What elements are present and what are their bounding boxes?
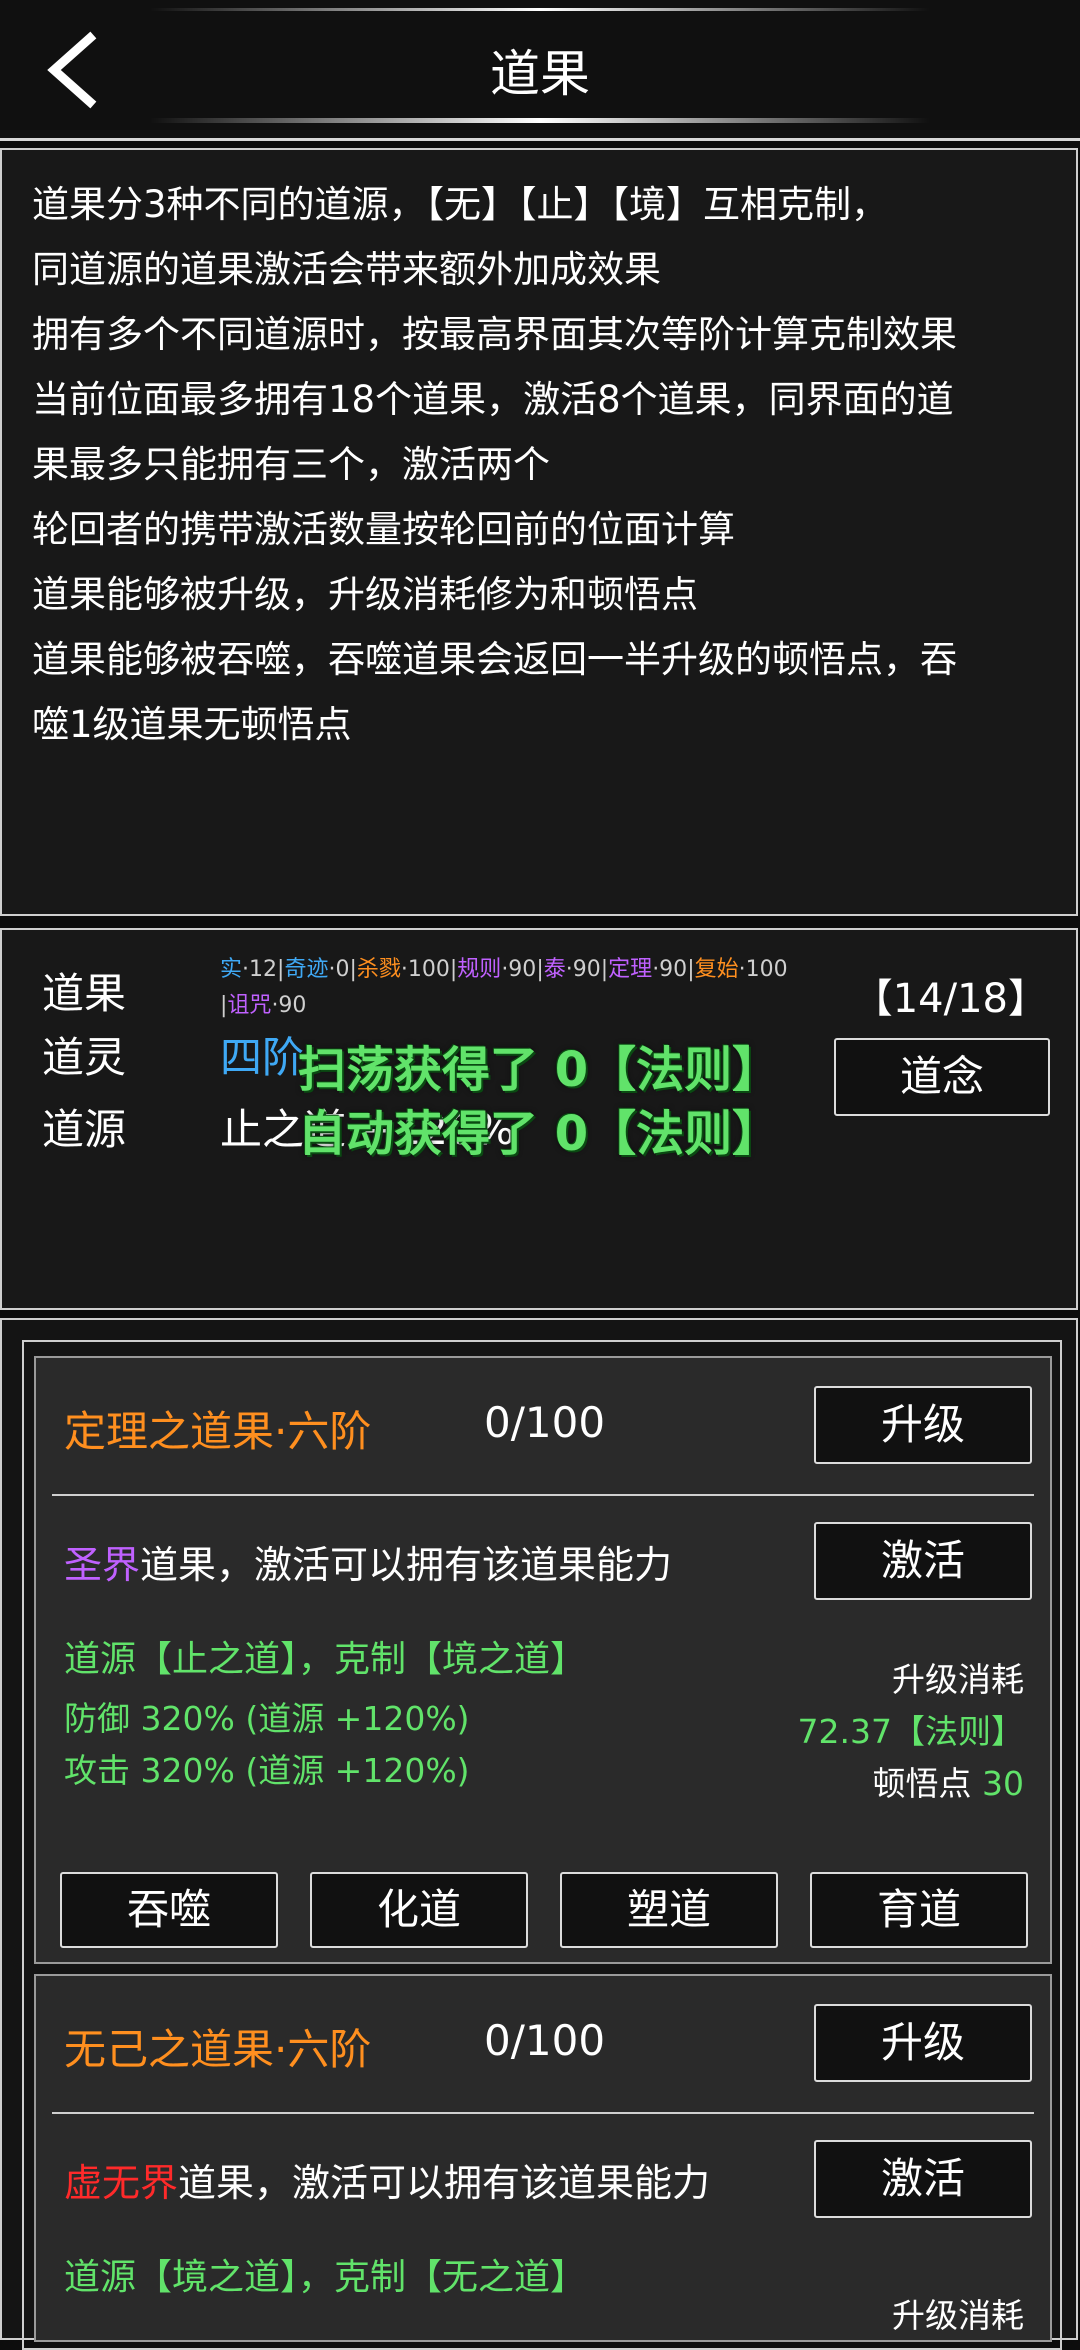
daoguo-progress: 0/100 bbox=[484, 1398, 606, 1447]
stat-item: 定理·90 bbox=[608, 957, 687, 982]
daoguo-desc-text: 道果，激活可以拥有该道果能力 bbox=[178, 2161, 711, 2205]
daoguo-name: 定理之道果·六阶 bbox=[64, 1407, 372, 1456]
daoyuan-label: 道源 bbox=[42, 1105, 127, 1154]
auto-reward-toast: 自动获得了 0【法则】 bbox=[298, 1106, 781, 1162]
stat-value: ·90 bbox=[271, 993, 307, 1018]
realm-name: 圣界 bbox=[64, 1543, 141, 1587]
daoguo-label: 道果 bbox=[42, 969, 127, 1018]
realm-name: 虚无界 bbox=[64, 2161, 179, 2205]
stat-value: ·12 bbox=[242, 957, 278, 982]
daoguo-list-panel: 定理之道果·六阶 0/100 升级 圣界道果，激活可以拥有该道果能力 激活 道源… bbox=[0, 1318, 1078, 2350]
rule-line: 轮回者的携带激活数量按轮回前的位面计算 bbox=[32, 508, 735, 551]
rule-line: 道果能够被吞噬，吞噬道果会返回一半升级的顿悟点，吞 bbox=[32, 638, 957, 681]
rules-description-panel: 道果分3种不同的道源，【无】【止】【境】互相克制， 同道源的道果激活会带来额外加… bbox=[0, 148, 1078, 916]
stat-name: 奇迹 bbox=[284, 957, 329, 982]
activate-button[interactable]: 激活 bbox=[814, 2140, 1032, 2218]
stat-value: ·90 bbox=[565, 957, 601, 982]
page-title: 道果 bbox=[490, 45, 590, 103]
stat-separator: | bbox=[349, 957, 357, 982]
stat-item: 复始·100 bbox=[695, 957, 788, 982]
attack-bonus: 攻击 320% (道源 +120%) bbox=[64, 1751, 470, 1790]
stat-item: 实·12 bbox=[220, 957, 277, 982]
stat-name: 复始 bbox=[694, 957, 739, 982]
yudao-button[interactable]: 育道 bbox=[810, 1872, 1028, 1948]
stat-value: ·90 bbox=[501, 957, 537, 982]
cost-law: 72.37【法则】 bbox=[797, 1712, 1024, 1751]
stat-name: 杀戮 bbox=[356, 957, 401, 982]
daoguo-count: 【14/18】 bbox=[852, 976, 1048, 1022]
huadao-button[interactable]: 化道 bbox=[310, 1872, 528, 1948]
daoguo-card: 定理之道果·六阶 0/100 升级 圣界道果，激活可以拥有该道果能力 激活 道源… bbox=[34, 1356, 1052, 1964]
rule-line: 道果能够被升级，升级消耗修为和顿悟点 bbox=[32, 573, 698, 616]
activate-button[interactable]: 激活 bbox=[814, 1522, 1032, 1600]
daoling-label: 道灵 bbox=[42, 1033, 127, 1082]
cost-label: 升级消耗 bbox=[892, 2296, 1024, 2335]
insight-value: 30 bbox=[982, 1764, 1024, 1803]
upgrade-cost: 升级消耗 bbox=[892, 2290, 1024, 2342]
daoguo-progress: 0/100 bbox=[484, 2016, 606, 2065]
defense-bonus: 防御 320% (道源 +120%) bbox=[64, 1699, 470, 1738]
rule-line: 拥有多个不同道源时，按最高界面其次等阶计算克制效果 bbox=[32, 313, 957, 356]
stat-separator: | bbox=[536, 957, 544, 982]
upgrade-button[interactable]: 升级 bbox=[814, 2004, 1032, 2082]
daoguo-desc-text: 道果，激活可以拥有该道果能力 bbox=[140, 1543, 673, 1587]
stat-item: 泰·90 bbox=[544, 957, 601, 982]
rule-line: 同道源的道果激活会带来额外加成效果 bbox=[32, 248, 661, 291]
sudao-button[interactable]: 塑道 bbox=[560, 1872, 778, 1948]
cost-insight: 顿悟点 30 bbox=[798, 1758, 1025, 1810]
upgrade-button[interactable]: 升级 bbox=[814, 1386, 1032, 1464]
stat-item: 诅咒·90 bbox=[227, 993, 306, 1018]
stat-value: ·100 bbox=[738, 957, 788, 982]
daoguo-description: 虚无界道果，激活可以拥有该道果能力 bbox=[64, 2152, 710, 2207]
card-divider bbox=[52, 2112, 1034, 2114]
stat-value: ·100 bbox=[400, 957, 450, 982]
stat-name: 实 bbox=[220, 957, 243, 982]
daoguo-name: 无己之道果·六阶 bbox=[64, 2025, 372, 2074]
upgrade-cost: 升级消耗 72.37【法则】 顿悟点 30 bbox=[798, 1654, 1024, 1810]
devour-button[interactable]: 吞噬 bbox=[60, 1872, 278, 1948]
dao-info-panel: 道果 实·12|奇迹·0|杀戮·100|规则·90|泰·90|定理·90|复始·… bbox=[0, 928, 1078, 1310]
card-divider bbox=[52, 1494, 1034, 1496]
stat-name: 定理 bbox=[608, 957, 653, 982]
stat-name: 泰 bbox=[543, 957, 566, 982]
stat-value: ·0 bbox=[328, 957, 350, 982]
daoguo-description: 圣界道果，激活可以拥有该道果能力 bbox=[64, 1534, 672, 1589]
header-top-line bbox=[150, 8, 930, 11]
insight-label: 顿悟点 bbox=[872, 1764, 972, 1803]
rule-line: 道果分3种不同的道源，【无】【止】【境】互相克制， bbox=[32, 183, 889, 226]
daoguo-card: 无己之道果·六阶 0/100 升级 虚无界道果，激活可以拥有该道果能力 激活 道… bbox=[34, 1974, 1052, 2342]
daoyuan-counter: 道源【止之道】，克制【境之道】 bbox=[64, 1639, 587, 1680]
daoyuan-counter: 道源【境之道】，克制【无之道】 bbox=[64, 2257, 587, 2298]
header-bar: 道果 bbox=[0, 0, 1080, 141]
daonian-button[interactable]: 道念 bbox=[834, 1038, 1050, 1116]
rule-line: 噬1级道果无顿悟点 bbox=[32, 703, 352, 746]
stat-item: 奇迹·0 bbox=[284, 957, 349, 982]
stat-name: 诅咒 bbox=[227, 993, 272, 1018]
stat-item: 规则·90 bbox=[457, 957, 536, 982]
daoguo-stats: 实·12|奇迹·0|杀戮·100|规则·90|泰·90|定理·90|复始·100… bbox=[220, 952, 880, 1024]
stat-item: 杀戮·100 bbox=[357, 957, 450, 982]
stat-separator: | bbox=[687, 957, 695, 982]
rule-line: 当前位面最多拥有18个道果，激活8个道果，同界面的道 bbox=[32, 378, 954, 421]
header-bottom-line bbox=[150, 118, 930, 123]
stat-name: 规则 bbox=[457, 957, 502, 982]
rule-line: 果最多只能拥有三个，激活两个 bbox=[32, 443, 550, 486]
stat-value: ·90 bbox=[652, 957, 688, 982]
daoling-value: 四阶 bbox=[220, 1033, 305, 1082]
cost-label: 升级消耗 bbox=[892, 1660, 1024, 1699]
sweep-reward-toast: 扫荡获得了 0【法则】 bbox=[298, 1042, 781, 1098]
